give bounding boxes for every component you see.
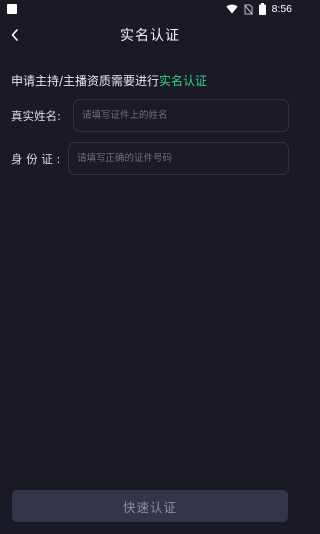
name-label: 真实姓名: <box>11 108 61 123</box>
back-button[interactable] <box>4 23 26 47</box>
quick-verify-button[interactable]: 快速认证 <box>12 490 288 522</box>
battery-icon <box>258 3 266 15</box>
name-input[interactable] <box>73 99 289 132</box>
id-label: 身 份 证 : <box>11 151 61 166</box>
id-row: 身 份 证 : <box>11 142 289 175</box>
notification-square-icon <box>7 4 17 14</box>
intro-prefix: 申请主持/主播资质需要进行 <box>11 74 160 88</box>
chevron-left-icon <box>11 29 18 41</box>
wifi-icon <box>225 4 238 14</box>
status-time: 8:56 <box>271 3 292 15</box>
nav-bar: 实名认证 <box>0 18 300 52</box>
status-indicators: 8:56 <box>225 3 292 15</box>
id-number-input[interactable] <box>68 142 289 175</box>
no-sim-icon <box>243 4 253 15</box>
name-row: 真实姓名: <box>11 99 289 132</box>
status-bar: 8:56 <box>0 0 300 18</box>
intro-highlight: 实名认证 <box>159 74 208 88</box>
page-title: 实名认证 <box>120 28 180 44</box>
intro-text: 申请主持/主播资质需要进行实名认证 <box>11 72 207 89</box>
